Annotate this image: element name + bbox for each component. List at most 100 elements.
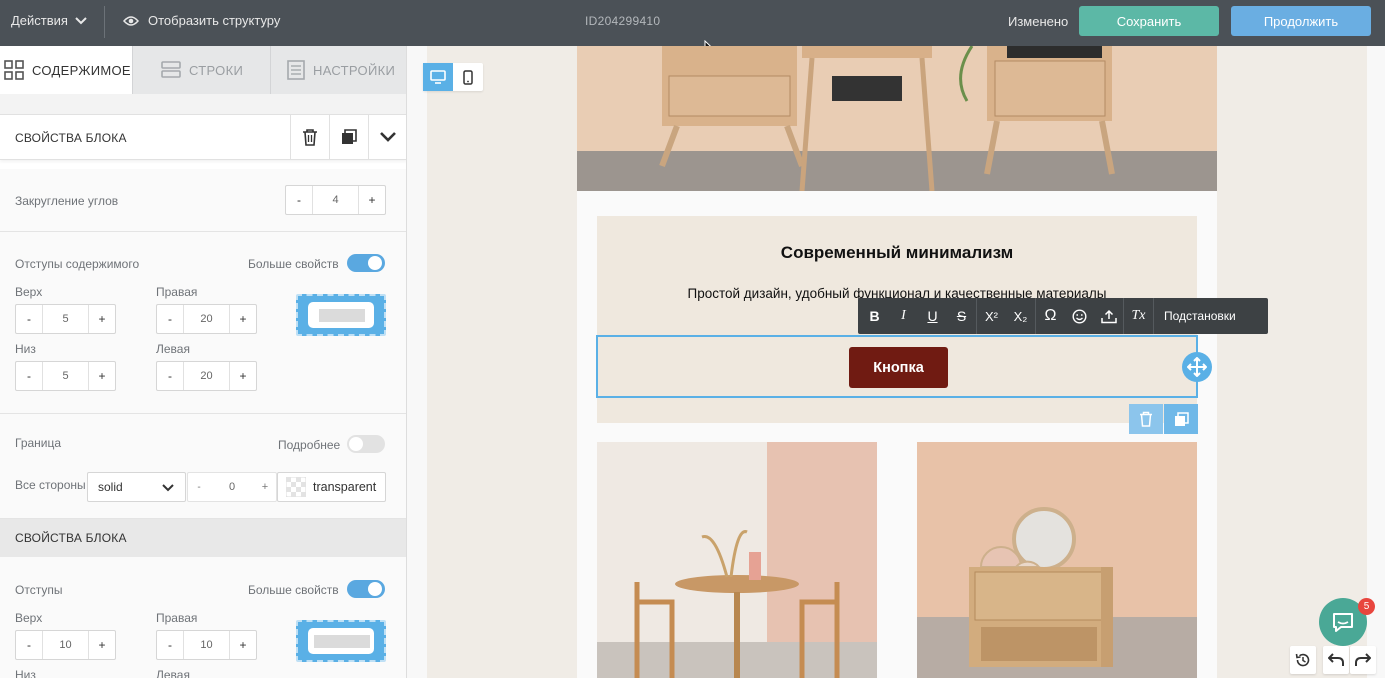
tab-content-label: СОДЕРЖИМОЕ	[32, 62, 131, 78]
increment-button[interactable]: +	[254, 473, 276, 501]
hero-image[interactable]	[577, 46, 1217, 191]
padding-bottom-value[interactable]: 5	[42, 362, 89, 390]
nightstand-image[interactable]	[917, 442, 1197, 678]
actions-menu[interactable]: Действия	[11, 13, 88, 28]
furniture-photo-icon	[577, 46, 1217, 191]
italic-icon[interactable]: I	[889, 298, 918, 334]
delete-block-button[interactable]	[290, 115, 329, 159]
superscript-icon[interactable]: X²	[977, 298, 1006, 334]
mobile-view-button[interactable]	[453, 63, 483, 91]
move-block-button[interactable]	[1182, 352, 1212, 382]
upload-button[interactable]	[1094, 298, 1123, 334]
cta-button[interactable]: Кнопка	[849, 347, 948, 388]
history-button[interactable]	[1290, 646, 1316, 674]
increment-button[interactable]: +	[230, 362, 256, 390]
canvas-gutter-left	[407, 46, 427, 678]
padding-left-value[interactable]: 20	[183, 362, 230, 390]
collapse-block-button[interactable]	[368, 115, 406, 159]
decrement-button[interactable]: -	[157, 362, 183, 390]
decrement-button[interactable]: -	[157, 305, 183, 333]
dining-set-image[interactable]	[597, 442, 877, 678]
transparent-swatch-icon	[286, 477, 306, 497]
redo-button[interactable]	[1350, 646, 1376, 674]
increment-button[interactable]: +	[89, 362, 115, 390]
delete-selected-block-button[interactable]	[1129, 404, 1163, 434]
strikethrough-icon[interactable]: S	[947, 298, 976, 334]
grid-icon	[4, 60, 24, 80]
border-color-picker[interactable]: transparent	[277, 472, 386, 502]
padding-right-value[interactable]: 10	[183, 631, 230, 659]
tab-rows[interactable]: СТРОКИ	[132, 46, 270, 94]
bold-icon[interactable]: B	[860, 298, 889, 334]
omega-icon[interactable]: Ω	[1036, 298, 1065, 334]
more-properties-toggle[interactable]	[347, 254, 385, 272]
emoji-button[interactable]	[1065, 298, 1094, 334]
continue-button[interactable]: Продолжить	[1231, 6, 1371, 36]
padding-top-value[interactable]: 10	[42, 631, 89, 659]
decrement-button[interactable]: -	[16, 631, 42, 659]
banner-heading[interactable]: Современный минимализм	[597, 243, 1197, 263]
duplicate-icon	[342, 129, 357, 144]
desktop-view-button[interactable]	[423, 63, 453, 91]
text-format-toolbar: B I U S X² X₂ Ω Tx Подстановки	[858, 298, 1268, 334]
padding-top-label: Верх	[15, 285, 43, 299]
decrement-button[interactable]: -	[16, 362, 42, 390]
document-id: ID204299410	[585, 14, 661, 28]
increment-button[interactable]: +	[89, 305, 115, 333]
history-icon	[1295, 653, 1310, 667]
padding-preview	[296, 620, 386, 662]
padding-right-value[interactable]: 20	[183, 305, 230, 333]
trash-icon	[1140, 411, 1152, 427]
subscript-icon[interactable]: X₂	[1006, 298, 1035, 334]
underline-icon[interactable]: U	[918, 298, 947, 334]
corner-radius-section: Закругление углов - 4 +	[0, 169, 406, 232]
padding-top-value[interactable]: 5	[42, 305, 89, 333]
tab-content[interactable]: СОДЕРЖИМОЕ	[0, 46, 132, 94]
merge-tags-button[interactable]: Подстановки	[1154, 309, 1236, 323]
border-style-select[interactable]: solid	[87, 472, 186, 502]
padding-right-stepper: - 10 +	[156, 630, 257, 660]
border-width-value[interactable]: 0	[210, 473, 254, 501]
decrement-button[interactable]: -	[188, 473, 210, 501]
sidebar-tabs: СОДЕРЖИМОЕ СТРОКИ НАСТРОЙКИ	[0, 46, 406, 94]
padding-right-label: Правая	[156, 285, 198, 299]
clear-format-icon[interactable]: Tx	[1124, 298, 1153, 334]
increment-button[interactable]: +	[230, 631, 256, 659]
show-structure-button[interactable]: Отобразить структуру	[123, 13, 280, 28]
increment-button[interactable]: +	[89, 631, 115, 659]
padding-bottom-label: Низ	[15, 668, 36, 678]
duplicate-block-button[interactable]	[329, 115, 368, 159]
undo-button[interactable]	[1323, 646, 1349, 674]
increment-button[interactable]: +	[230, 305, 256, 333]
top-bar: Действия Отобразить структуру ID20429941…	[0, 0, 1385, 46]
block-properties-title: СВОЙСТВА БЛОКА	[15, 131, 127, 145]
decrement-button[interactable]: -	[286, 186, 312, 214]
editor-canvas: Современный минимализм Простой дизайн, у…	[407, 46, 1385, 678]
tab-settings[interactable]: НАСТРОЙКИ	[270, 46, 406, 94]
more-properties-toggle[interactable]	[347, 580, 385, 598]
block-properties-header: СВОЙСТВА БЛОКА	[0, 114, 406, 160]
move-arrows-icon	[1187, 357, 1207, 377]
content-padding-label: Отступы содержимого	[15, 257, 140, 271]
decrement-button[interactable]: -	[16, 305, 42, 333]
tab-underline-strip	[0, 94, 406, 114]
emoji-icon	[1072, 308, 1087, 324]
nightstand-photo-icon	[917, 442, 1197, 678]
decrement-button[interactable]: -	[157, 631, 183, 659]
selected-button-block[interactable]: Кнопка	[596, 335, 1198, 398]
upload-icon	[1100, 309, 1117, 323]
border-details-toggle[interactable]	[347, 435, 385, 453]
corner-radius-value[interactable]: 4	[312, 186, 359, 214]
padding-left-label: Левая	[156, 668, 190, 678]
more-properties-label: Больше свойств	[248, 257, 339, 271]
divider	[104, 6, 105, 38]
block-properties-2-header[interactable]: СВОЙСТВА БЛОКА	[0, 519, 406, 557]
mobile-icon	[463, 69, 473, 85]
save-button[interactable]: Сохранить	[1079, 6, 1219, 36]
actions-label: Действия	[11, 13, 68, 28]
increment-button[interactable]: +	[359, 186, 385, 214]
duplicate-selected-block-button[interactable]	[1164, 404, 1198, 434]
dining-photo-icon	[597, 442, 877, 678]
padding-right-label: Правая	[156, 611, 198, 625]
properties-sidebar: СОДЕРЖИМОЕ СТРОКИ НАСТРОЙКИ СВОЙСТВА БЛО…	[0, 46, 407, 678]
